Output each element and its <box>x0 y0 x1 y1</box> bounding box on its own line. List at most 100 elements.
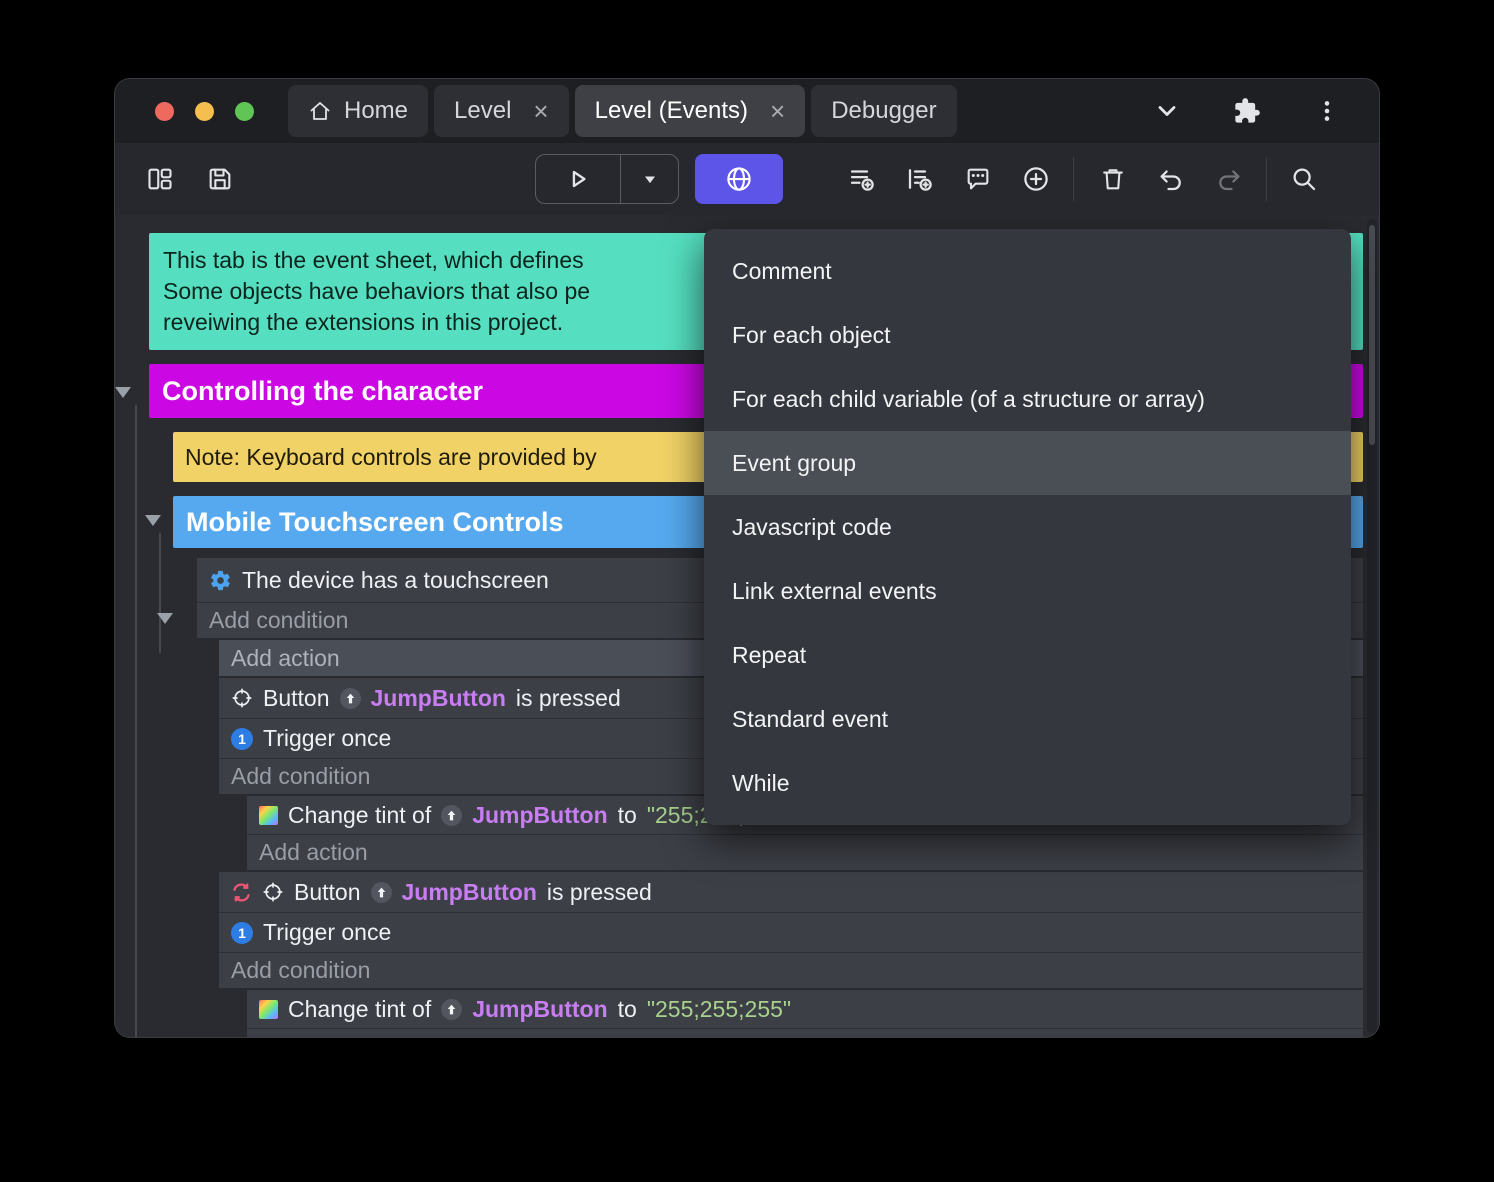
add-condition-label: Add condition <box>231 957 371 983</box>
edit-tools <box>1090 156 1252 202</box>
add-action-icon[interactable] <box>897 156 943 202</box>
condition-text: Button <box>294 878 361 905</box>
event-block-jump-pressed-2: Button JumpButton is pressed 1 Trigger o… <box>219 872 1363 988</box>
main-toolbar <box>115 143 1379 215</box>
menu-item-javascript-code[interactable]: Javascript code <box>704 495 1351 559</box>
note-text: Note: Keyboard controls are provided by <box>185 443 597 470</box>
tab-label: Debugger <box>831 97 937 124</box>
add-event-globe-button[interactable] <box>695 154 783 204</box>
menu-item-event-group[interactable]: Event group <box>704 431 1351 495</box>
action-text: to <box>617 801 637 828</box>
collapse-arrow-icon[interactable] <box>115 387 131 398</box>
condition-row-trigger-once[interactable]: 1 Trigger once <box>219 912 1363 952</box>
menu-item-link-external-events[interactable]: Link external events <box>704 559 1351 623</box>
kebab-menu-icon[interactable] <box>1305 89 1349 133</box>
app-window: Home Level × Level (Events) × Debugger T… <box>114 78 1380 1038</box>
add-action-label: Add action <box>259 1033 368 1037</box>
comment-icon[interactable] <box>955 156 1001 202</box>
delete-trash-icon[interactable] <box>1090 156 1136 202</box>
tab-label: Level (Events) <box>594 97 748 124</box>
object-name: JumpButton <box>472 995 608 1022</box>
group-title: Controlling the character <box>162 375 484 406</box>
action-row-change-tint[interactable]: Change tint of JumpButton to "255;255;25… <box>247 990 1363 1028</box>
chevron-down-icon[interactable] <box>1145 89 1189 133</box>
tab-debugger[interactable]: Debugger <box>811 85 957 137</box>
action-text: Change tint of <box>288 801 432 828</box>
addons-puzzle-icon[interactable] <box>1225 89 1269 133</box>
menu-item-for-each-object[interactable]: For each object <box>704 303 1351 367</box>
jumpbutton-arrow-icon <box>441 998 463 1020</box>
add-condition-icon[interactable] <box>839 156 885 202</box>
menu-item-comment[interactable]: Comment <box>704 239 1351 303</box>
tab-home[interactable]: Home <box>288 85 429 137</box>
add-condition-label: Add condition <box>231 763 371 789</box>
tabbar-actions <box>1145 89 1379 133</box>
close-tab-icon[interactable]: × <box>533 98 548 124</box>
collapse-arrow-icon[interactable] <box>145 515 161 526</box>
close-window-button[interactable] <box>155 101 174 121</box>
object-name: JumpButton <box>370 684 506 711</box>
action-block-tint-2: Change tint of JumpButton to "255;255;25… <box>247 990 1363 1037</box>
object-name: JumpButton <box>401 878 537 905</box>
add-action-label: Add action <box>259 839 368 865</box>
tint-swatch-icon <box>259 805 278 825</box>
gear-icon <box>209 569 232 592</box>
scrollbar-thumb[interactable] <box>1369 225 1375 445</box>
save-icon[interactable] <box>197 156 243 202</box>
object-name: JumpButton <box>472 801 608 828</box>
jumpbutton-arrow-icon <box>339 687 361 709</box>
event-tools <box>839 156 1059 202</box>
panels-layout-icon[interactable] <box>137 156 183 202</box>
menu-item-repeat[interactable]: Repeat <box>704 623 1351 687</box>
loop-arrows-icon <box>231 882 252 903</box>
preview-options-caret[interactable] <box>620 155 678 203</box>
button-object-icon <box>231 687 253 709</box>
action-text: to <box>617 995 637 1022</box>
globe-icon <box>724 164 754 194</box>
menu-item-for-each-child-variable[interactable]: For each child variable (of a structure … <box>704 367 1351 431</box>
window-controls <box>115 101 288 121</box>
trigger-once-icon: 1 <box>231 727 253 750</box>
tint-swatch-icon <box>259 999 278 1019</box>
add-condition-row[interactable]: Add condition <box>219 952 1363 988</box>
menu-item-while[interactable]: While <box>704 751 1351 815</box>
collapse-arrow-icon[interactable] <box>157 613 173 624</box>
add-event-context-menu: Comment For each object For each child v… <box>704 229 1351 825</box>
condition-text: Trigger once <box>263 919 392 945</box>
preview-play-button[interactable] <box>536 155 620 203</box>
add-condition-label: Add condition <box>209 607 349 633</box>
condition-row-button-pressed[interactable]: Button JumpButton is pressed <box>219 872 1363 912</box>
tab-label: Level <box>454 97 512 124</box>
tab-bar: Home Level × Level (Events) × Debugger <box>115 79 1379 143</box>
jumpbutton-arrow-icon <box>441 804 463 826</box>
add-circle-icon[interactable] <box>1013 156 1059 202</box>
condition-text: is pressed <box>546 878 652 905</box>
tree-line <box>135 405 137 1037</box>
condition-text: The device has a touchscreen <box>242 566 549 593</box>
jumpbutton-arrow-icon <box>370 881 392 903</box>
search-icon[interactable] <box>1281 156 1327 202</box>
tab-level[interactable]: Level × <box>434 85 569 137</box>
toolbar-separator <box>1266 157 1267 201</box>
action-text: Change tint of <box>288 995 432 1022</box>
menu-item-standard-event[interactable]: Standard event <box>704 687 1351 751</box>
tree-line <box>159 533 161 653</box>
redo-icon[interactable] <box>1206 156 1252 202</box>
group-title: Mobile Touchscreen Controls <box>186 506 564 537</box>
vertical-scrollbar[interactable] <box>1367 219 1377 1033</box>
add-action-label: Add action <box>231 644 340 671</box>
add-action-row[interactable]: Add action <box>247 834 1363 870</box>
tab-level-events[interactable]: Level (Events) × <box>574 85 806 137</box>
event-sheet: This tab is the event sheet, which defin… <box>115 215 1379 1037</box>
add-action-row[interactable]: Add action <box>247 1028 1363 1037</box>
minimize-window-button[interactable] <box>195 101 214 121</box>
zoom-window-button[interactable] <box>235 101 254 121</box>
condition-text: Trigger once <box>263 725 392 751</box>
trigger-once-icon: 1 <box>231 921 253 944</box>
button-object-icon <box>262 881 284 903</box>
close-tab-icon[interactable]: × <box>770 98 785 124</box>
action-value: "255;255;255" <box>646 995 792 1022</box>
undo-icon[interactable] <box>1148 156 1194 202</box>
desktop-background: Home Level × Level (Events) × Debugger T… <box>0 0 1494 1182</box>
condition-text: is pressed <box>515 684 621 711</box>
